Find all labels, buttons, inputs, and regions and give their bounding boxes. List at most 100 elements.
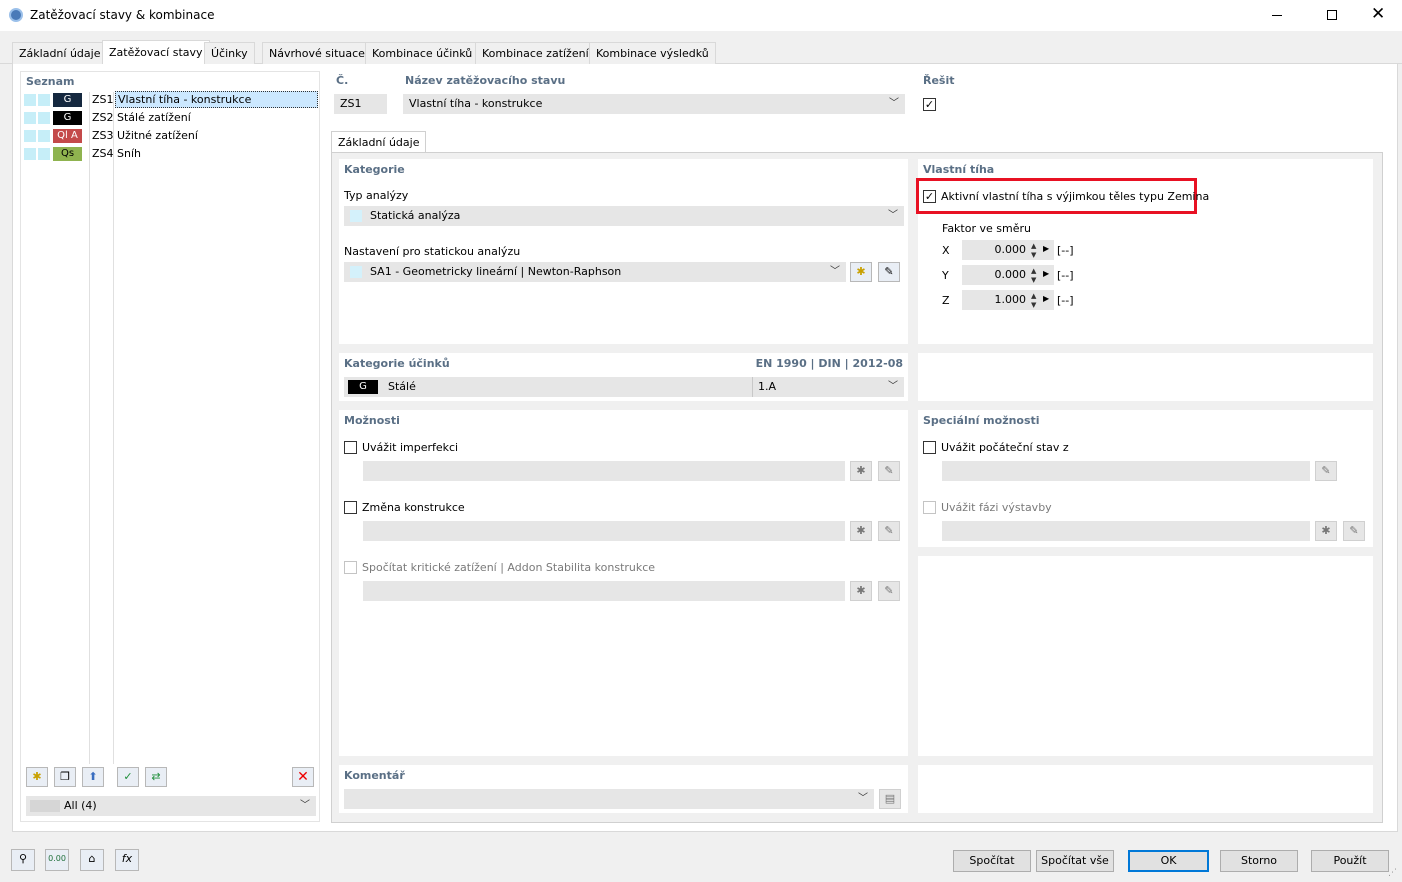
construction-stage-label: Uvážit fázi výstavby <box>941 501 1052 514</box>
list-item[interactable]: Qs ZS4 Sníh <box>22 145 318 163</box>
delete-icon[interactable]: ✕ <box>292 767 314 787</box>
action-category-title: Kategorie účinků <box>344 357 450 370</box>
action-category-select[interactable]: G Stálé 1.A ﹀ <box>344 377 904 397</box>
imperfection-label: Uvážit imperfekci <box>362 441 459 454</box>
calculate-button[interactable]: Spočítat <box>953 850 1031 872</box>
list-column-divider <box>89 92 90 764</box>
chevron-down-icon: ﹀ <box>888 210 898 221</box>
structure-icon[interactable]: ⌂ <box>80 849 104 871</box>
list-column-divider <box>113 92 114 764</box>
edit-settings-icon[interactable]: ✎ <box>878 262 900 282</box>
color-swatch <box>38 148 50 160</box>
new-settings-icon[interactable]: ✱ <box>850 262 872 282</box>
comment-select[interactable]: ﹀ <box>344 789 874 809</box>
close-icon[interactable]: ✕ <box>1371 4 1385 24</box>
analysis-type-select[interactable]: Statická analýza ﹀ <box>344 206 904 226</box>
self-weight-title: Vlastní tíha <box>923 163 995 176</box>
action-category-panel: Kategorie účinků EN 1990 | DIN | 2012-08… <box>339 353 908 401</box>
comment-library-icon[interactable]: ▤ <box>879 789 901 809</box>
static-settings-label: Nastavení pro statickou analýzu <box>344 245 521 258</box>
imperfection-checkbox[interactable] <box>344 441 357 454</box>
calculate-all-button[interactable]: Spočítat vše <box>1036 850 1114 872</box>
action-category-code: 1.A <box>758 380 777 393</box>
active-self-weight-checkbox[interactable]: ✓ <box>923 190 936 203</box>
spin-down-icon[interactable]: ▼ <box>1031 302 1036 309</box>
spin-right-icon[interactable]: ▶ <box>1043 244 1049 253</box>
chevron-down-icon: ﹀ <box>889 98 899 109</box>
static-settings-select[interactable]: SA1 - Geometricky lineární | Newton-Raph… <box>344 262 846 282</box>
load-case-name-value: Vlastní tíha - konstrukce <box>409 97 543 110</box>
apply-button[interactable]: Použít <box>1311 850 1389 872</box>
color-swatch <box>350 210 362 222</box>
action-badge: G <box>53 111 82 125</box>
factor-x-input[interactable]: 0.000 <box>962 240 1054 260</box>
maximize-icon[interactable] <box>1327 10 1337 20</box>
tab-load-combinations[interactable]: Kombinace zatížení <box>475 42 596 64</box>
empty-panel <box>918 353 1373 401</box>
factor-y-input[interactable]: 0.000 <box>962 265 1054 285</box>
formula-icon[interactable]: fx <box>115 849 139 871</box>
list-item[interactable]: G ZS2 Stálé zatížení <box>22 109 318 127</box>
spin-down-icon[interactable]: ▼ <box>1031 252 1036 259</box>
edit-critical-load-icon: ✎ <box>878 581 900 601</box>
action-badge: Qs <box>53 147 82 161</box>
units-icon[interactable]: 0.00 <box>45 849 69 871</box>
color-swatch <box>38 130 50 142</box>
number-field[interactable]: ZS1 <box>334 94 387 114</box>
active-self-weight-label: Aktivní vlastní tíha s výjimkou těles ty… <box>941 190 1210 203</box>
color-swatch <box>24 148 36 160</box>
chevron-down-icon: ﹀ <box>858 793 868 804</box>
minimize-icon[interactable] <box>1272 15 1282 16</box>
list-filter-select[interactable]: All (4) ﹀ <box>26 796 316 816</box>
subtab-basic-data[interactable]: Základní údaje <box>331 131 427 153</box>
analysis-type-value: Statická analýza <box>370 209 461 222</box>
search-icon[interactable]: ⚲ <box>11 849 35 871</box>
list-item[interactable]: Ql A ZS3 Užitné zatížení <box>22 127 318 145</box>
edit-initial-state-icon: ✎ <box>1315 461 1337 481</box>
tab-basic-data[interactable]: Základní údaje <box>12 42 108 64</box>
tab-action-combinations[interactable]: Kombinace účinků <box>365 42 480 64</box>
tab-actions[interactable]: Účinky <box>204 42 255 64</box>
tab-design-situations[interactable]: Návrhové situace <box>262 42 372 64</box>
list-item-name: Stálé zatížení <box>117 111 191 124</box>
static-settings-value: SA1 - Geometricky lineární | Newton-Raph… <box>370 265 622 278</box>
edit-imperfection-icon: ✎ <box>878 461 900 481</box>
spin-right-icon[interactable]: ▶ <box>1043 269 1049 278</box>
edit-structure-change-icon: ✎ <box>878 521 900 541</box>
edit-construction-stage-icon: ✎ <box>1343 521 1365 541</box>
chevron-down-icon: ﹀ <box>300 800 310 811</box>
spin-up-icon[interactable]: ▲ <box>1031 268 1036 275</box>
app-icon <box>9 8 23 22</box>
spin-right-icon[interactable]: ▶ <box>1043 294 1049 303</box>
load-case-name-select[interactable]: Vlastní tíha - konstrukce ﹀ <box>403 94 905 114</box>
list-item-name: Sníh <box>117 147 141 160</box>
copy-item-icon[interactable]: ❐ <box>54 767 76 787</box>
action-badge: G <box>348 380 378 394</box>
standard-label: EN 1990 | DIN | 2012-08 <box>755 357 903 370</box>
spin-up-icon[interactable]: ▲ <box>1031 293 1036 300</box>
tab-load-cases[interactable]: Zatěžovací stavy <box>102 40 210 65</box>
swap-icon[interactable]: ⇄ <box>145 767 167 787</box>
import-item-icon[interactable]: ⬆ <box>82 767 104 787</box>
spin-up-icon[interactable]: ▲ <box>1031 243 1036 250</box>
new-item-icon[interactable]: ✱ <box>26 767 48 787</box>
factor-label: Faktor ve směru <box>942 222 1031 235</box>
new-imperfection-icon: ✱ <box>850 461 872 481</box>
cancel-button[interactable]: Storno <box>1220 850 1298 872</box>
ok-button[interactable]: OK <box>1128 850 1209 872</box>
resize-grip-icon[interactable]: ⋰ <box>1388 868 1397 878</box>
list-item[interactable]: G ZS1 Vlastní tíha - konstrukce <box>22 91 318 109</box>
structure-change-checkbox[interactable] <box>344 501 357 514</box>
check-all-icon[interactable]: ✓ <box>117 767 139 787</box>
empty-panel <box>918 556 1373 756</box>
initial-state-checkbox[interactable] <box>923 441 936 454</box>
options-panel: Možnosti Uvážit imperfekci ✱ ✎ Změna kon… <box>339 410 908 756</box>
list-panel: Seznam <box>20 71 320 822</box>
special-options-panel: Speciální možnosti Uvážit počáteční stav… <box>918 410 1373 547</box>
list-item-id: ZS2 <box>92 111 114 124</box>
solve-checkbox[interactable]: ✓ <box>923 98 936 111</box>
factor-z-input[interactable]: 1.000 <box>962 290 1054 310</box>
spin-down-icon[interactable]: ▼ <box>1031 277 1036 284</box>
comment-title: Komentář <box>344 769 405 782</box>
tab-result-combinations[interactable]: Kombinace výsledků <box>589 42 716 64</box>
